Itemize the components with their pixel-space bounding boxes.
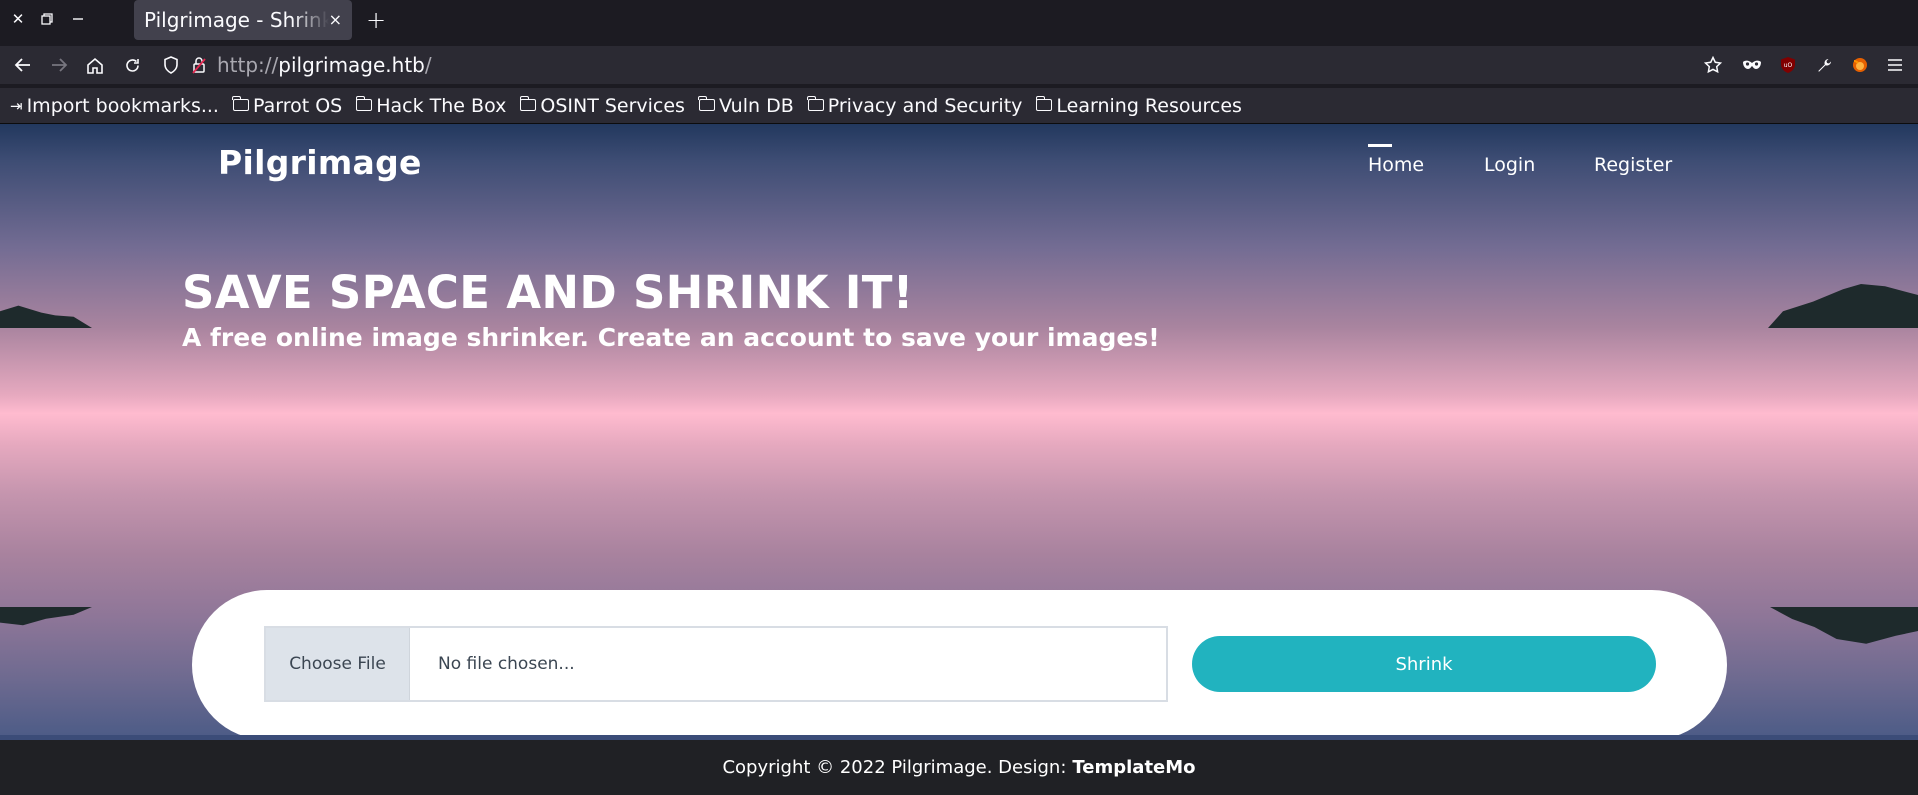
new-tab-button[interactable]: + xyxy=(366,6,386,34)
folder-icon xyxy=(1035,95,1053,111)
file-input[interactable]: Choose File No file chosen... xyxy=(264,626,1168,702)
ublock-icon[interactable]: uO xyxy=(1777,54,1799,76)
island-reflection xyxy=(0,607,92,626)
footer-templatemo-link[interactable]: TemplateMo xyxy=(1072,757,1195,778)
site-logo[interactable]: Pilgrimage xyxy=(218,143,422,182)
bookmark-folder-learning-resources[interactable]: Learning Resources xyxy=(1035,94,1242,117)
shield-icon[interactable] xyxy=(160,54,182,76)
island-reflection xyxy=(1770,607,1918,644)
navigation-toolbar: http://pilgrimage.htb/ uO xyxy=(0,46,1918,84)
window-close-icon[interactable]: ✕ xyxy=(9,10,27,28)
nav-login-link[interactable]: Login xyxy=(1484,154,1535,176)
svg-text:uO: uO xyxy=(1784,62,1793,69)
tab-close-icon[interactable]: × xyxy=(329,10,342,29)
insecure-lock-icon[interactable] xyxy=(188,54,210,76)
bookmark-folder-privacy-and-security[interactable]: Privacy and Security xyxy=(807,94,1023,117)
bookmark-label: Learning Resources xyxy=(1056,94,1242,117)
shrink-button[interactable]: Shrink xyxy=(1192,636,1656,692)
mask-icon[interactable] xyxy=(1741,54,1763,76)
bookmark-import[interactable]: ⇥ Import bookmarks... xyxy=(10,95,219,117)
nav-register-link[interactable]: Register xyxy=(1594,154,1672,176)
file-name-text: No file chosen... xyxy=(438,654,575,674)
island-silhouette xyxy=(1768,284,1918,328)
bookmarks-toolbar: ⇥ Import bookmarks... Parrot OS Hack The… xyxy=(0,88,1918,124)
nav-home-link[interactable]: Home xyxy=(1368,154,1424,176)
url-host: pilgrimage.htb xyxy=(278,53,425,77)
url-path: / xyxy=(424,53,432,77)
folder-icon xyxy=(807,95,824,111)
home-icon[interactable] xyxy=(84,54,106,76)
choose-file-button[interactable]: Choose File xyxy=(266,628,410,700)
page-viewport: Pilgrimage Home Login Register SAVE SPAC… xyxy=(0,124,1918,740)
hamburger-menu-icon[interactable] xyxy=(1884,54,1906,76)
tab-bar: ✕ Pilgrimage - Shrink Your Images × + xyxy=(0,0,1918,42)
folder-icon xyxy=(232,95,249,111)
active-nav-indicator xyxy=(1368,144,1392,147)
upload-form: Choose File No file chosen... Shrink xyxy=(192,590,1727,740)
window-minimize-icon[interactable] xyxy=(69,10,87,28)
reload-icon[interactable] xyxy=(121,54,143,76)
bookmark-folder-osint-services[interactable]: OSINT Services xyxy=(519,94,685,117)
hero-subtitle: A free online image shrinker. Create an … xyxy=(182,323,1160,352)
footer-copyright: Copyright © 2022 Pilgrimage. Design: xyxy=(722,757,1067,778)
bookmark-label: Import bookmarks... xyxy=(26,94,219,117)
hero-title: SAVE SPACE AND SHRINK IT! xyxy=(182,266,914,319)
address-bar[interactable]: http://pilgrimage.htb/ xyxy=(217,53,432,77)
bookmark-label: Parrot OS xyxy=(252,94,343,117)
bookmark-folder-vuln-db[interactable]: Vuln DB xyxy=(698,94,794,117)
star-icon[interactable] xyxy=(1702,54,1724,76)
tab-title: Pilgrimage - Shrink Your Images xyxy=(144,8,329,32)
bookmark-label: Vuln DB xyxy=(718,94,794,117)
url-protocol: http:// xyxy=(217,53,279,77)
window-restore-icon[interactable] xyxy=(38,10,56,28)
firefox-icon[interactable] xyxy=(1849,54,1871,76)
island-silhouette xyxy=(0,305,92,328)
wrench-icon[interactable] xyxy=(1813,54,1835,76)
back-icon[interactable] xyxy=(12,54,34,76)
folder-icon xyxy=(519,95,537,111)
import-icon: ⇥ xyxy=(10,96,23,115)
bookmark-folder-parrot-os[interactable]: Parrot OS xyxy=(232,94,343,117)
bookmark-label: Privacy and Security xyxy=(827,94,1023,117)
browser-tab[interactable]: Pilgrimage - Shrink Your Images × xyxy=(134,0,352,40)
folder-icon xyxy=(355,95,373,111)
forward-icon[interactable] xyxy=(48,54,70,76)
site-footer: Copyright © 2022 Pilgrimage. Design: Tem… xyxy=(0,740,1918,795)
folder-icon xyxy=(698,95,715,111)
bookmark-label: OSINT Services xyxy=(540,94,685,117)
bookmark-label: Hack The Box xyxy=(376,94,507,117)
bookmark-folder-hack-the-box[interactable]: Hack The Box xyxy=(355,94,507,117)
